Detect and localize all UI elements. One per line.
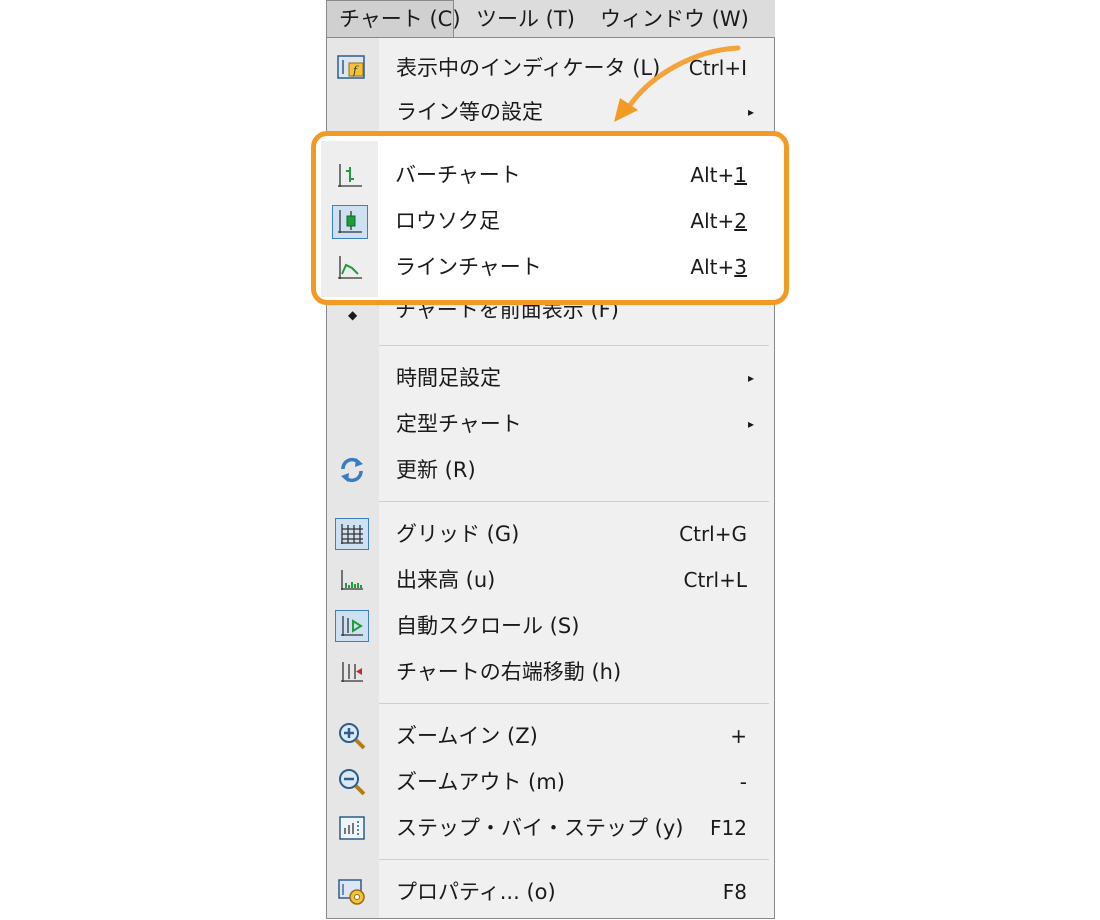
menu-item-bar-chart[interactable]: バーチャート Alt+1 <box>321 153 777 197</box>
chart-shift-icon <box>335 656 369 688</box>
line-chart-icon <box>332 251 368 285</box>
refresh-icon <box>335 454 369 486</box>
grid-icon <box>335 518 369 550</box>
shortcut-key: 3 <box>734 255 747 279</box>
submenu-arrow-icon: ▸ <box>747 417 754 431</box>
shortcut-text: Alt+2 <box>690 199 747 243</box>
menu-item-properties[interactable]: プロパティ... (o) F8 <box>327 870 776 914</box>
shortcut-text: Alt+3 <box>690 245 747 289</box>
shortcut-key: 2 <box>734 209 747 233</box>
indicator-list-icon: f <box>335 52 369 84</box>
menu-item-label: ズームイン (Z) <box>396 724 538 748</box>
shortcut-prefix: Alt+ <box>690 209 735 233</box>
menu-item-label: ラインチャート <box>395 255 542 279</box>
separator <box>379 703 769 704</box>
auto-scroll-icon <box>335 610 369 642</box>
menu-bar: チャート (C) ツール (T) ウィンドウ (W) <box>326 0 775 38</box>
menu-item-step-by-step[interactable]: ステップ・バイ・ステップ (y) F12 <box>327 806 776 850</box>
menu-item-label: チャートの右端移動 (h) <box>396 660 622 684</box>
shortcut-key: 1 <box>734 163 747 187</box>
menu-item-label: バーチャート <box>395 163 521 187</box>
menu-item-volume[interactable]: 出来高 (u) Ctrl+L <box>327 558 776 602</box>
menu-item-label: 更新 (R) <box>396 458 476 482</box>
separator <box>379 859 769 860</box>
shortcut-text: + <box>730 724 747 748</box>
menu-item-refresh[interactable]: 更新 (R) <box>327 448 776 492</box>
callout-arrow-icon <box>614 45 741 122</box>
menu-item-label: ステップ・バイ・ステップ (y) <box>396 816 684 840</box>
properties-icon <box>335 876 369 908</box>
menu-item-label: グリッド (G) <box>396 522 520 546</box>
menu-item-label: ライン等の設定 <box>396 100 543 124</box>
menu-item-candlestick[interactable]: ロウソク足 Alt+2 <box>321 199 777 243</box>
menu-item-zoom-out[interactable]: ズームアウト (m) - <box>327 760 776 804</box>
menu-item-timeframe[interactable]: 時間足設定 ▸ <box>327 356 776 400</box>
menu-chart[interactable]: チャート (C) <box>326 0 461 38</box>
menu-item-label: 定型チャート <box>396 412 522 436</box>
zoom-out-icon <box>335 766 369 798</box>
menu-item-template[interactable]: 定型チャート ▸ <box>327 402 776 446</box>
bar-chart-icon <box>332 159 368 193</box>
shortcut-text: Ctrl+L <box>683 568 748 592</box>
menu-item-zoom-in[interactable]: ズームイン (Z) + <box>327 714 776 758</box>
zoom-in-icon <box>335 720 369 752</box>
shortcut-text: - <box>739 770 747 794</box>
menu-item-label: プロパティ... (o) <box>396 880 556 904</box>
check-bullet-icon: ◆ <box>348 308 358 322</box>
shortcut-text: Ctrl+G <box>679 522 747 546</box>
menu-item-grid[interactable]: グリッド (G) Ctrl+G <box>327 512 776 556</box>
shortcut-text: F12 <box>710 816 747 840</box>
shortcut-prefix: Alt+ <box>690 163 735 187</box>
submenu-arrow-icon: ▸ <box>747 371 754 385</box>
menu-tools[interactable]: ツール (T) <box>476 0 575 38</box>
menu-item-label: 出来高 (u) <box>396 568 496 592</box>
menu-window[interactable]: ウィンドウ (W) <box>600 0 749 38</box>
chart-type-group: バーチャート Alt+1 ロウソク足 Alt+2 ラインチャート Alt+3 <box>321 141 777 297</box>
separator <box>379 501 769 502</box>
candlestick-icon <box>332 205 368 239</box>
volume-icon <box>335 564 369 596</box>
menu-item-label: 時間足設定 <box>396 366 501 390</box>
shortcut-text: F8 <box>722 880 747 904</box>
menu-item-line-chart[interactable]: ラインチャート Alt+3 <box>321 245 777 289</box>
shortcut-prefix: Alt+ <box>690 255 735 279</box>
menu-item-auto-scroll[interactable]: 自動スクロール (S) <box>327 604 776 648</box>
shortcut-text: Alt+1 <box>690 153 747 197</box>
menu-item-chart-shift[interactable]: チャートの右端移動 (h) <box>327 650 776 694</box>
menu-item-label: ズームアウト (m) <box>396 770 565 794</box>
step-by-step-icon <box>335 812 369 844</box>
menu-item-label: ロウソク足 <box>395 209 500 233</box>
menu-item-label: 自動スクロール (S) <box>396 614 580 638</box>
separator <box>379 345 769 346</box>
